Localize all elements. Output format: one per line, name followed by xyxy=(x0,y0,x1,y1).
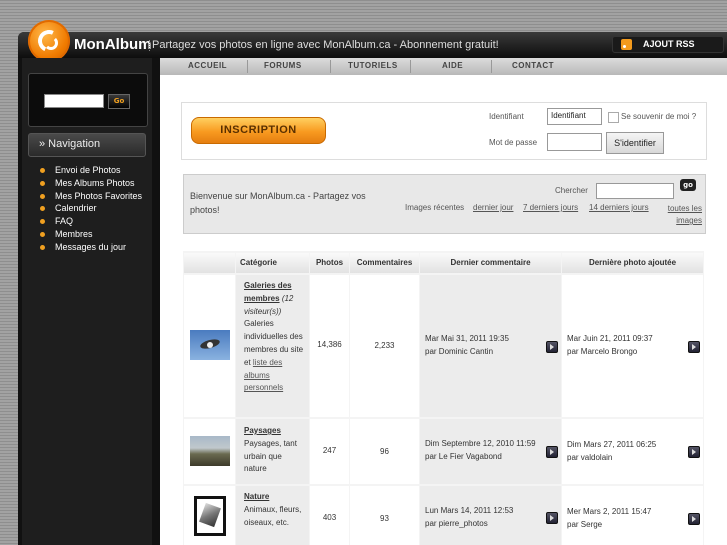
column-header-thumb xyxy=(184,253,235,273)
last-photo-author[interactable]: par Serge xyxy=(567,519,651,532)
sidebar-item-membres[interactable]: Membres xyxy=(40,229,142,242)
sidebar-item-albums[interactable]: Mes Albums Photos xyxy=(40,178,142,191)
search-label: Chercher xyxy=(555,186,588,195)
nav-separator xyxy=(410,60,411,73)
go-to-comment-icon[interactable] xyxy=(546,512,558,524)
column-header-last-photo: Dernière photo ajoutée xyxy=(562,253,703,273)
photo-count: 14,386 xyxy=(317,340,342,349)
last-photo-author[interactable]: par Marcelo Brongo xyxy=(567,346,653,359)
category-link[interactable]: Paysages xyxy=(244,425,304,438)
rss-button[interactable]: AJOUT RSS xyxy=(612,36,724,53)
category-description: Paysages, tant urbain que nature xyxy=(244,438,297,474)
column-header-photos: Photos xyxy=(310,253,349,273)
sidebar-item-faq[interactable]: FAQ xyxy=(40,216,142,229)
comment-count: 96 xyxy=(380,447,389,456)
last-comment-date: Mar Mai 31, 2011 19:35 xyxy=(425,334,509,343)
last-photo-date: Mer Mars 2, 2011 15:47 xyxy=(567,507,652,516)
last-comment-author[interactable]: par pierre_photos xyxy=(425,518,513,531)
remember-checkbox[interactable] xyxy=(608,112,619,123)
last-comment-date: Lun Mars 14, 2011 12:53 xyxy=(425,506,514,515)
recent-link-all[interactable]: toutes les images xyxy=(658,203,702,227)
category-description: Animaux, fleurs, oiseaux, etc. xyxy=(244,504,302,527)
identifiant-label: Identifiant xyxy=(489,112,524,121)
last-comment-date: Dim Septembre 12, 2010 11:59 xyxy=(425,439,536,448)
nav-separator xyxy=(247,60,248,73)
sidebar-go-button[interactable]: Go xyxy=(108,94,130,109)
recent-link-14days[interactable]: 14 derniers jours xyxy=(589,203,649,212)
last-photo-date: Dim Mars 27, 2011 06:25 xyxy=(567,440,657,449)
password-field[interactable] xyxy=(547,133,602,151)
go-to-photo-icon[interactable] xyxy=(688,513,700,525)
sidebar-item-messages[interactable]: Messages du jour xyxy=(40,242,142,255)
nav-accueil[interactable]: ACCUEIL xyxy=(188,61,227,70)
category-thumbnail[interactable] xyxy=(194,496,226,536)
login-submit-button[interactable]: S'identifier xyxy=(606,132,664,154)
nav-separator xyxy=(330,60,331,73)
sidebar-item-calendrier[interactable]: Calendrier xyxy=(40,203,142,216)
tagline: Partagez vos photos en ligne avec MonAlb… xyxy=(152,39,499,51)
nav-forums[interactable]: FORUMS xyxy=(264,61,302,70)
go-to-photo-icon[interactable] xyxy=(688,446,700,458)
search-go-button[interactable]: go xyxy=(680,179,696,191)
inscription-button[interactable]: INSCRIPTION xyxy=(191,117,326,144)
last-comment-author[interactable]: par Le Fier Vagabond xyxy=(425,451,536,464)
nav-separator xyxy=(491,60,492,73)
recent-link-7days[interactable]: 7 derniers jours xyxy=(523,203,578,212)
identifiant-field[interactable]: Identifiant xyxy=(547,108,602,125)
tagline-separator xyxy=(149,40,151,51)
brand-name[interactable]: MonAlbum xyxy=(74,36,151,53)
go-to-photo-icon[interactable] xyxy=(688,341,700,353)
column-header-comments: Commentaires xyxy=(350,253,419,273)
sidebar-item-favorites[interactable]: Mes Photos Favorites xyxy=(40,191,142,204)
go-to-comment-icon[interactable] xyxy=(546,446,558,458)
main-nav: ACCUEIL FORUMS TUTORIELS AIDE CONTACT xyxy=(160,58,727,75)
comment-count: 2,233 xyxy=(374,341,395,350)
category-thumbnail[interactable] xyxy=(190,436,230,466)
category-link[interactable]: Nature xyxy=(244,491,304,504)
nav-tutoriels[interactable]: TUTORIELS xyxy=(348,61,398,70)
nav-aide[interactable]: AIDE xyxy=(442,61,463,70)
comment-count: 93 xyxy=(380,514,389,523)
rss-icon xyxy=(621,39,632,50)
recent-images-label: Images récentes xyxy=(405,203,465,212)
search-input[interactable] xyxy=(596,183,674,199)
go-to-comment-icon[interactable] xyxy=(546,341,558,353)
last-comment-author[interactable]: par Dominic Cantin xyxy=(425,346,509,359)
navigation-header: » Navigation xyxy=(28,133,146,157)
last-photo-author[interactable]: par valdolain xyxy=(567,452,656,465)
sidebar-search-input[interactable] xyxy=(44,94,104,108)
nav-contact[interactable]: CONTACT xyxy=(512,61,554,70)
column-header-last-comment: Dernier commentaire xyxy=(420,253,561,273)
recent-link-day[interactable]: dernier jour xyxy=(473,203,513,212)
logo-swirl-inner-icon xyxy=(44,36,58,50)
last-photo-date: Mar Juin 21, 2011 09:37 xyxy=(567,334,653,343)
rss-label: AJOUT RSS xyxy=(643,39,695,49)
column-header-category: Catégorie xyxy=(236,253,309,273)
photo-count: 403 xyxy=(322,513,337,522)
category-thumbnail[interactable] xyxy=(190,330,230,360)
sidebar xyxy=(22,58,152,545)
photo-count: 247 xyxy=(322,446,337,455)
password-label: Mot de passe xyxy=(489,138,538,147)
welcome-text: Bienvenue sur MonAlbum.ca - Partagez vos… xyxy=(190,191,366,215)
remember-label: Se souvenir de moi ? xyxy=(621,112,697,121)
sidebar-nav-list: Envoi de Photos Mes Albums Photos Mes Ph… xyxy=(40,165,142,255)
navigation-title: » Navigation xyxy=(39,138,101,150)
sidebar-item-envoi[interactable]: Envoi de Photos xyxy=(40,165,142,178)
